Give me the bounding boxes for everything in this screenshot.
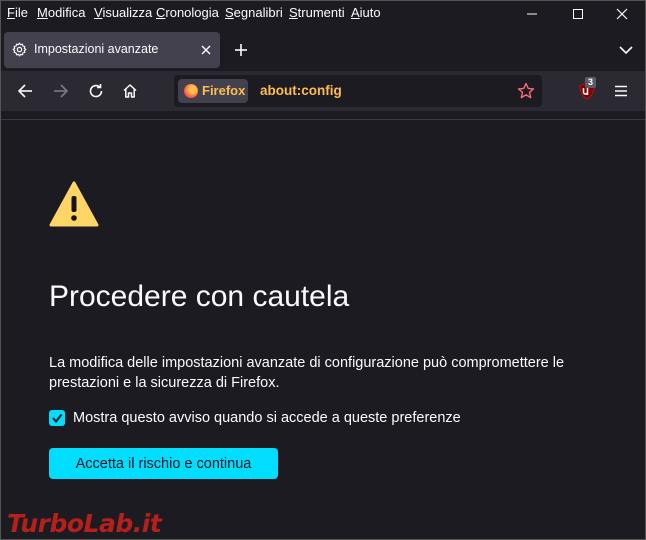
close-icon xyxy=(616,8,628,20)
maximize-icon xyxy=(573,9,583,19)
app-menu-button[interactable] xyxy=(609,79,633,103)
minimize-icon xyxy=(527,13,537,15)
close-window-button[interactable] xyxy=(599,1,645,27)
menu-aiuto[interactable]: Aiuto xyxy=(351,5,381,20)
checkbox-label: Mostra questo avviso quando si accede a … xyxy=(73,410,461,426)
tab-impostazioni-avanzate[interactable]: Impostazioni avanzate xyxy=(4,32,220,68)
navigation-toolbar: Firefox about:config 3 xyxy=(1,71,645,111)
home-icon xyxy=(123,84,137,98)
close-icon xyxy=(201,45,211,55)
show-warning-option[interactable]: Mostra questo avviso quando si accede a … xyxy=(49,408,461,428)
page-content: Procedere con cautela La modifica delle … xyxy=(1,119,645,539)
home-button[interactable] xyxy=(116,77,144,105)
menu-cronologia[interactable]: Cronologia xyxy=(156,5,219,20)
back-button[interactable] xyxy=(11,77,39,105)
page-title: Procedere con cautela xyxy=(49,280,350,313)
accept-risk-button[interactable]: Accetta il rischio e continua xyxy=(49,448,278,479)
close-tab-button[interactable] xyxy=(197,41,215,59)
show-warning-checkbox[interactable] xyxy=(49,410,65,426)
arrow-left-icon xyxy=(17,84,32,98)
menu-segnalibri[interactable]: Segnalibri xyxy=(225,5,283,20)
tab-strip: Impostazioni avanzate xyxy=(1,27,645,71)
maximize-button[interactable] xyxy=(555,1,601,27)
forward-button[interactable] xyxy=(47,77,75,105)
tab-title: Impostazioni avanzate xyxy=(34,42,159,56)
reload-icon xyxy=(89,84,103,98)
watermark-logo: TurboLab.it xyxy=(7,509,162,538)
menu-file[interactable]: File xyxy=(7,5,28,20)
new-tab-button[interactable] xyxy=(230,39,252,61)
firefox-logo-icon xyxy=(184,84,198,98)
list-all-tabs-button[interactable] xyxy=(615,39,637,61)
warning-icon xyxy=(49,181,99,227)
identity-box[interactable]: Firefox xyxy=(178,79,248,103)
chevron-down-icon xyxy=(619,46,633,55)
star-icon[interactable] xyxy=(517,82,535,100)
menu-bar: File Modifica Visualizza Cronologia Segn… xyxy=(1,1,645,27)
identity-label: Firefox xyxy=(202,83,246,98)
warning-description: La modifica delle impostazioni avanzate … xyxy=(49,355,565,391)
url-bar[interactable]: Firefox about:config xyxy=(174,75,542,107)
menu-strumenti[interactable]: Strumenti xyxy=(289,5,345,20)
extension-badge: 3 xyxy=(585,77,597,88)
plus-icon xyxy=(235,44,247,56)
menu-visualizza[interactable]: Visualizza xyxy=(94,5,152,20)
ublock-extension-button[interactable]: 3 xyxy=(577,77,599,101)
browser-window: File Modifica Visualizza Cronologia Segn… xyxy=(0,0,646,540)
minimize-button[interactable] xyxy=(509,1,555,27)
url-text[interactable]: about:config xyxy=(260,83,342,98)
checkmark-icon xyxy=(52,413,63,424)
reload-button[interactable] xyxy=(82,77,110,105)
menu-modifica[interactable]: Modifica xyxy=(37,5,85,20)
hamburger-menu-icon xyxy=(615,85,627,97)
gear-icon xyxy=(12,42,27,57)
arrow-right-icon xyxy=(54,84,69,98)
